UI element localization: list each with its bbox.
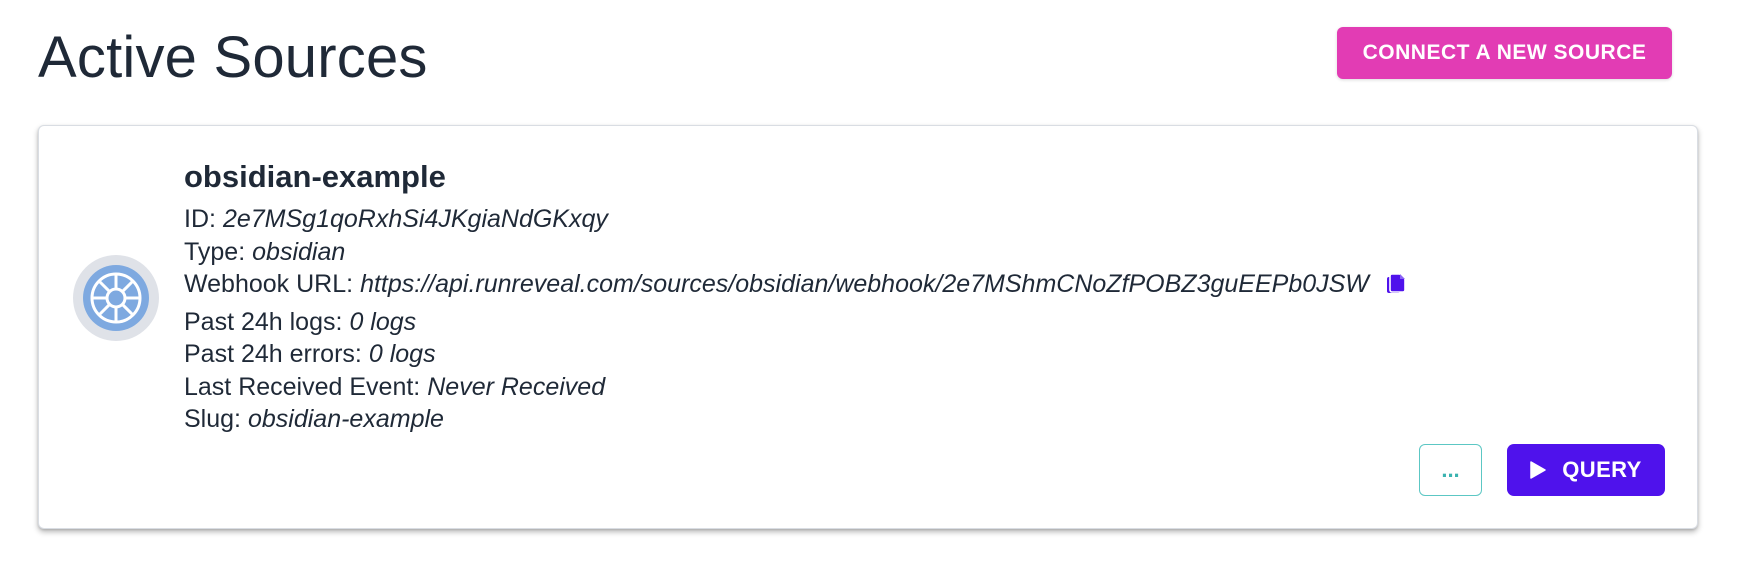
query-button-label: QUERY (1562, 457, 1642, 482)
query-button[interactable]: QUERY (1507, 444, 1665, 496)
source-id-value: 2e7MSg1qoRxhSi4JKgiaNdGKxqy (222, 205, 608, 233)
slug-row: Slug: obsidian-example (184, 403, 1407, 436)
source-type-row: Type: obsidian (184, 236, 1407, 269)
past-24h-logs-value: 0 logs (349, 307, 417, 336)
play-icon (1530, 461, 1547, 479)
obsidian-logo-icon (72, 254, 160, 342)
source-type-value: obsidian (252, 237, 346, 266)
slug-value: obsidian-example (247, 405, 444, 433)
past-24h-logs-label: Past 24h logs: (184, 307, 343, 336)
page-title: Active Sources (38, 25, 428, 90)
source-card: obsidian-example ID: 2e7MSg1qoRxhSi4JKgi… (38, 125, 1698, 529)
webhook-url-row: Webhook URL: https://api.runreveal.com/s… (184, 268, 1407, 301)
last-received-event-label: Last Received Event: (184, 372, 421, 401)
last-received-event-value: Never Received (427, 372, 606, 401)
more-options-button[interactable]: ... (1419, 444, 1482, 496)
source-name: obsidian-example (184, 159, 446, 194)
past-24h-logs-row: Past 24h logs: 0 logs (184, 306, 1407, 339)
slug-label: Slug: (184, 405, 241, 433)
webhook-url-value: https://api.runreveal.com/sources/obsidi… (360, 270, 1369, 298)
source-type-label: Type: (184, 237, 246, 266)
copy-icon[interactable] (1385, 272, 1407, 296)
connect-new-source-button[interactable]: CONNECT A NEW SOURCE (1337, 27, 1672, 79)
past-24h-errors-label: Past 24h errors: (184, 340, 362, 368)
source-details: obsidian-example ID: 2e7MSg1qoRxhSi4JKgi… (184, 158, 1407, 436)
past-24h-errors-value: 0 logs (368, 340, 436, 368)
active-sources-page: Active Sources CONNECT A NEW SOURCE obsi… (0, 0, 1740, 568)
last-received-event-row: Last Received Event: Never Received (184, 371, 1407, 404)
webhook-url-label: Webhook URL: (184, 270, 354, 298)
source-id-row: ID: 2e7MSg1qoRxhSi4JKgiaNdGKxqy (184, 203, 1407, 236)
source-id-label: ID: (184, 205, 216, 233)
past-24h-errors-row: Past 24h errors: 0 logs (184, 338, 1407, 371)
